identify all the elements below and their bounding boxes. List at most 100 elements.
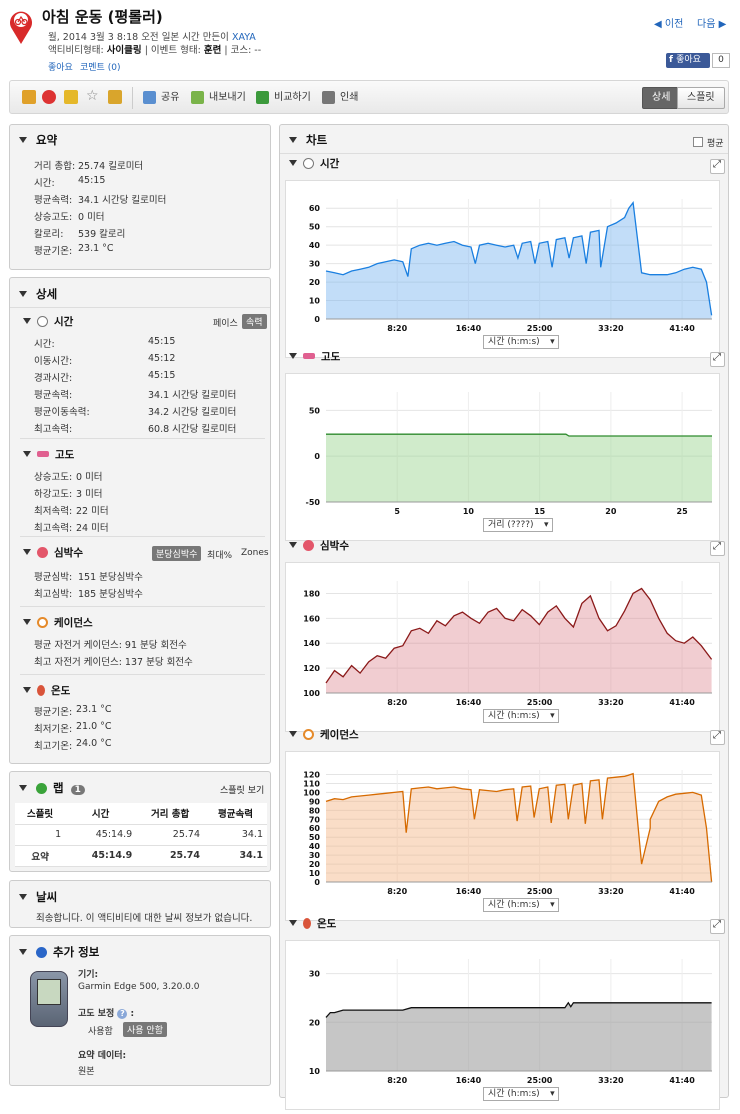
chart-svg[interactable]: 10 20 30 8:20 16:40 25:00 33:20 41:40 [286, 941, 719, 1111]
divider [20, 606, 265, 607]
chart-title-label: 심박수 [320, 540, 349, 552]
speed-toggle[interactable]: 속력 [242, 314, 267, 329]
chart-title-4[interactable]: 온도 [289, 916, 336, 931]
activity-type-value[interactable]: 사이클링 [107, 45, 142, 56]
lock-icon[interactable] [64, 90, 78, 104]
chart-svg[interactable]: 0102030405060708090100110120 8:20 16:40 25:… [286, 752, 719, 922]
average-checkbox[interactable] [693, 137, 703, 147]
stat-label: 상승고도: [34, 472, 73, 483]
chart-box: 100 120 140 160 180 8:20 16:40 25:00 33:20 41:40 시… [285, 562, 720, 732]
x-tick-label: 25:00 [527, 1076, 553, 1085]
laps-column-header[interactable]: 평균속력 [204, 803, 267, 825]
x-axis-select[interactable]: 시간 (h:m:s) [483, 335, 559, 349]
laps-column-header[interactable]: 스플릿 [15, 803, 66, 825]
compare-button[interactable]: 비교하기 [256, 89, 311, 107]
cadence-section-title[interactable]: 케이던스 [23, 615, 93, 630]
charts-title[interactable]: 차트 [289, 132, 327, 148]
laps-label: 랩 [53, 781, 64, 795]
pace-toggle[interactable]: 페이스 [209, 315, 242, 330]
chart-title-1[interactable]: 고도 [289, 349, 340, 364]
divider [10, 307, 270, 308]
expand-chart-icon[interactable] [710, 159, 725, 174]
laps-column-header[interactable]: 거리 총합 [136, 803, 204, 825]
expand-chart-icon[interactable] [710, 730, 725, 745]
splits-view-link[interactable]: 스플릿 보기 [220, 783, 264, 796]
splits-view-button[interactable]: 스플릿 [677, 87, 725, 109]
delete-icon[interactable] [42, 90, 56, 104]
chart-title-label: 온도 [317, 918, 337, 930]
laps-title[interactable]: 랩 1 [19, 780, 85, 796]
elevation-correction-on[interactable]: 사용함 [84, 1023, 117, 1038]
compare-icon [256, 91, 269, 104]
summary-title[interactable]: 요약 [19, 132, 57, 148]
x-axis-select[interactable]: 시간 (h:m:s) [483, 898, 559, 912]
y-tick-label: 0 [314, 315, 320, 324]
elevation-correction-off[interactable]: 사용 안함 [123, 1022, 167, 1037]
series-area [326, 202, 712, 319]
temperature-section-title[interactable]: 온도 [23, 683, 70, 698]
stat-value: 539 칼로리 [78, 229, 126, 240]
x-axis-select[interactable]: 시간 (h:m:s) [483, 709, 559, 723]
detail-title[interactable]: 상세 [19, 286, 57, 302]
chart-svg[interactable]: -50 0 50 5 10 15 20 25 [286, 374, 719, 542]
stat-label: 경과시간: [34, 373, 73, 384]
stat-value: 60.8 시간당 킬로미터 [148, 424, 237, 435]
chart-title-0[interactable]: 시간 [289, 156, 339, 171]
zones-toggle[interactable]: Zones [237, 547, 273, 559]
profile-icon[interactable] [108, 90, 122, 104]
print-button[interactable]: 인쇄 [322, 89, 358, 107]
comments-link[interactable]: 코멘트 (0) [80, 60, 120, 73]
y-tick-label: 30 [309, 851, 321, 860]
detail-view-button[interactable]: 상세 [642, 87, 681, 109]
toolbar-divider [132, 87, 133, 109]
like-link[interactable]: 좋아요 [48, 60, 73, 73]
stat-label: 최고속력: [34, 523, 73, 534]
stat-value: 185 분당심박수 [78, 589, 143, 600]
x-tick-label: 10 [463, 507, 475, 516]
laps-total-row: 요약 45:14.9 25.74 34.1 [15, 845, 267, 867]
star-icon[interactable]: ☆ [86, 89, 100, 103]
facebook-like-button[interactable]: f 좋아요 [666, 53, 710, 68]
bpm-toggle[interactable]: 분당심박수 [152, 546, 202, 561]
x-tick-label: 5 [394, 507, 400, 516]
max-percent-toggle[interactable]: 최대% [203, 547, 236, 562]
table-row[interactable]: 1 45:14.9 25.74 34.1 [15, 824, 267, 846]
elevation-section-title[interactable]: 고도 [23, 447, 74, 462]
table-cell: 1 [15, 824, 66, 846]
x-axis-select[interactable]: 거리 (????) [483, 518, 553, 532]
weather-title[interactable]: 날씨 [19, 889, 57, 905]
x-axis-select[interactable]: 시간 (h:m:s) [483, 1087, 559, 1101]
expand-chart-icon[interactable] [710, 919, 725, 934]
export-label: 내보내기 [209, 92, 246, 103]
chart-title-3[interactable]: 케이던스 [289, 727, 359, 742]
next-button[interactable]: 다음 ▶ [697, 15, 726, 30]
help-icon[interactable]: ? [117, 1009, 128, 1019]
event-type-value[interactable]: 훈련 [204, 45, 221, 56]
thermometer-icon [37, 685, 45, 696]
expand-chart-icon[interactable] [710, 352, 725, 367]
stat-value: 45:15 [148, 370, 176, 381]
export-icon [191, 91, 204, 104]
table-cell: 45:14.9 [65, 845, 137, 867]
table-cell: 25.74 [136, 845, 204, 867]
laps-column-header[interactable]: 시간 [65, 803, 137, 825]
garmin-device-image [30, 971, 68, 1027]
export-button[interactable]: 내보내기 [191, 89, 246, 107]
detail-panel: 상세 시간 페이스 속력 시간: 45:15 이동시간: 45:12 경과시간: 45:1… [9, 277, 271, 764]
table-cell: 45:14.9 [65, 824, 137, 846]
stat-value: 45:15 [148, 336, 176, 347]
x-tick-label: 25:00 [527, 698, 553, 707]
time-section-title[interactable]: 시간 [23, 314, 73, 329]
edit-pencil-icon[interactable] [22, 90, 36, 104]
chart-svg[interactable]: 0 10 20 30 40 50 60 8:20 16:40 25:00 33:20 41:40 [286, 181, 719, 359]
prev-button[interactable]: ◀ 이전 [654, 15, 683, 30]
y-tick-label: 10 [309, 869, 321, 878]
heart-rate-section-title[interactable]: 심박수 [23, 545, 83, 560]
y-tick-label: 0 [314, 878, 320, 887]
chart-svg[interactable]: 100 120 140 160 180 8:20 16:40 25:00 33:20 41:40 [286, 563, 719, 733]
x-tick-label: 8:20 [387, 887, 407, 896]
share-button[interactable]: 공유 [143, 89, 179, 107]
expand-chart-icon[interactable] [710, 541, 725, 556]
extra-info-title[interactable]: 추가 정보 [19, 944, 99, 960]
chart-title-2[interactable]: 심박수 [289, 538, 349, 553]
